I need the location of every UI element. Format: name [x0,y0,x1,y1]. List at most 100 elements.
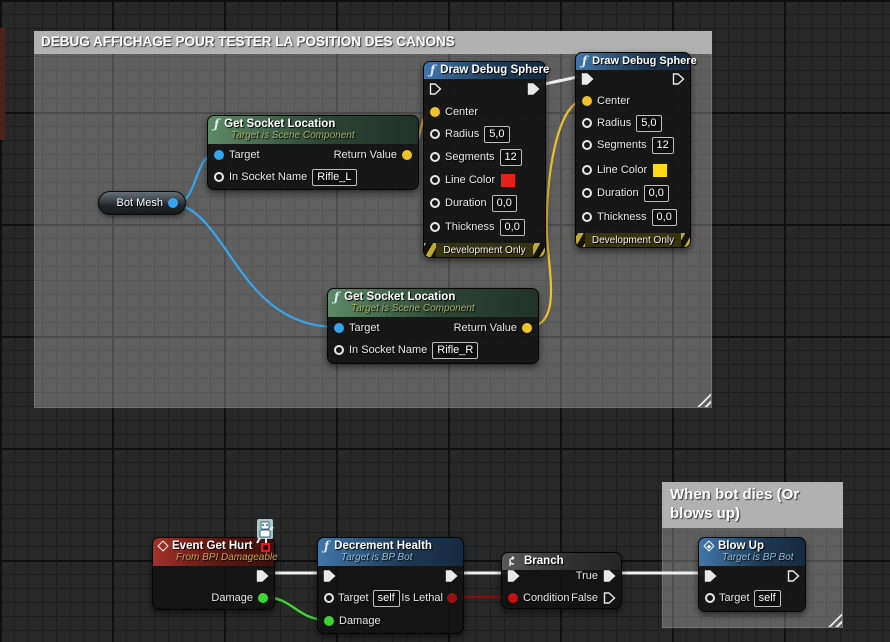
return-value-output-pin[interactable] [522,323,532,333]
exec-out-pin[interactable] [787,570,800,582]
target-field[interactable]: self [373,590,400,607]
node-decrement-health[interactable]: ƒ Decrement Health Target is BP Bot Targ… [317,537,464,634]
function-icon: ƒ [334,291,339,303]
segments-input-pin[interactable] [430,152,440,162]
center-input-pin[interactable] [430,107,440,117]
function-icon: ƒ [430,64,435,76]
socket-name-field[interactable]: Rifle_R [432,342,478,359]
is-lethal-output-pin[interactable] [447,593,457,603]
target-field[interactable]: self [754,590,781,607]
radius-pin-label: Radius [597,117,631,129]
thickness-input-pin[interactable] [430,222,440,232]
damage-input-pin[interactable] [324,616,334,626]
line-color-input-pin[interactable] [582,165,592,175]
thickness-input-pin[interactable] [582,212,592,222]
exec-in-pin[interactable] [323,570,336,582]
node-blow-up[interactable]: Blow Up Target is BP Bot Target self [698,537,806,612]
node-title: Decrement Health [334,540,432,552]
radius-input-pin[interactable] [430,129,440,139]
thickness-field[interactable]: 0,0 [652,209,677,226]
segments-field[interactable]: 12 [652,137,674,154]
target-input-pin[interactable] [334,323,344,333]
node-header[interactable]: ƒ Draw Debug Sphere [424,62,545,79]
condition-input-pin[interactable] [508,593,518,603]
node-header[interactable]: ƒ Get Socket Location Target is Scene Co… [208,116,418,144]
node-draw-debug-sphere-1[interactable]: ƒ Draw Debug Sphere Center Radius 5,0 Se… [423,61,546,258]
node-subtitle: From BPI Damageable [176,552,268,563]
event-icon [157,540,168,551]
node-header[interactable]: Blow Up Target is BP Bot [699,538,805,566]
duration-input-pin[interactable] [582,188,592,198]
node-event-get-hurt[interactable]: Event Get Hurt From BPI Damageable Damag… [152,537,275,610]
target-pin-label: Target [338,592,369,604]
radius-field[interactable]: 5,0 [636,115,661,132]
custom-event-icon [703,540,714,551]
function-icon: ƒ [582,55,587,67]
line-color-swatch[interactable] [500,173,516,188]
duration-field[interactable]: 0,0 [492,195,517,212]
exec-in-pin[interactable] [704,570,717,582]
node-header[interactable]: ƒ Get Socket Location Target is Scene Co… [328,289,538,317]
target-input-pin[interactable] [214,150,224,160]
exec-out-pin[interactable] [445,570,458,582]
radius-field[interactable]: 5,0 [484,126,509,143]
duration-field[interactable]: 0,0 [644,185,669,202]
return-value-output-pin[interactable] [402,150,412,160]
node-subtitle: Target is Scene Component [351,303,532,314]
node-title: Event Get Hurt [172,540,253,552]
node-branch[interactable]: Branch True Condition False [501,552,622,609]
segments-pin-label: Segments [445,151,495,163]
center-input-pin[interactable] [582,96,592,106]
false-exec-out-pin[interactable] [603,592,616,604]
node-header[interactable]: ƒ Decrement Health Target is BP Bot [318,538,463,566]
bot-blueprint-sprite-icon [252,517,275,544]
node-subtitle: Target is BP Bot [722,552,799,563]
return-value-pin-label: Return Value [334,149,397,161]
function-icon: ƒ [214,118,219,130]
node-subtitle: Target is Scene Component [231,130,412,141]
branch-icon [508,556,519,567]
damage-output-pin[interactable] [258,593,268,603]
exec-out-pin[interactable] [672,73,685,85]
in-socket-name-pin[interactable] [214,172,224,182]
target-pin-label: Target [349,322,380,334]
node-bot-mesh[interactable]: Bot Mesh [98,191,186,215]
function-icon: ƒ [324,540,329,552]
target-pin-label: Target [719,592,750,604]
line-color-pin-label: Line Color [445,174,495,186]
node-get-socket-location-2[interactable]: ƒ Get Socket Location Target is Scene Co… [327,288,539,364]
blueprint-graph-canvas[interactable]: DEBUG AFFICHAGE POUR TESTER LA POSITION … [0,0,890,642]
node-subtitle: Target is BP Bot [341,552,457,563]
center-pin-label: Center [597,95,630,107]
radius-input-pin[interactable] [582,118,592,128]
target-input-pin[interactable] [705,593,715,603]
radius-pin-label: Radius [445,128,479,140]
false-pin-label: False [571,592,598,604]
exec-in-pin[interactable] [429,83,442,95]
duration-input-pin[interactable] [430,198,440,208]
thickness-pin-label: Thickness [445,221,495,233]
node-title: Get Socket Location [224,118,335,130]
node-header[interactable]: ƒ Draw Debug Sphere [576,53,690,70]
node-get-socket-location-1[interactable]: ƒ Get Socket Location Target is Scene Co… [207,115,419,190]
line-color-swatch[interactable] [652,163,668,178]
socket-name-field[interactable]: Rifle_L [312,169,356,186]
exec-out-pin[interactable] [256,570,269,582]
node-title: Branch [524,555,564,567]
node-title: Draw Debug Sphere [440,64,549,76]
thickness-field[interactable]: 0,0 [500,219,525,236]
center-pin-label: Center [445,106,478,118]
true-exec-out-pin[interactable] [603,570,616,582]
segments-field[interactable]: 12 [500,149,522,166]
bot-mesh-output-pin[interactable] [168,198,178,208]
node-draw-debug-sphere-2[interactable]: ƒ Draw Debug Sphere Center Radius 5,0 Se… [575,52,691,248]
exec-out-pin[interactable] [527,83,540,95]
node-title: Get Socket Location [344,291,455,303]
segments-input-pin[interactable] [582,140,592,150]
breakpoint-marker[interactable] [261,543,270,552]
in-socket-name-pin[interactable] [334,345,344,355]
exec-in-pin[interactable] [581,73,594,85]
exec-in-pin[interactable] [507,570,520,582]
line-color-input-pin[interactable] [430,175,440,185]
target-input-pin[interactable] [324,593,334,603]
